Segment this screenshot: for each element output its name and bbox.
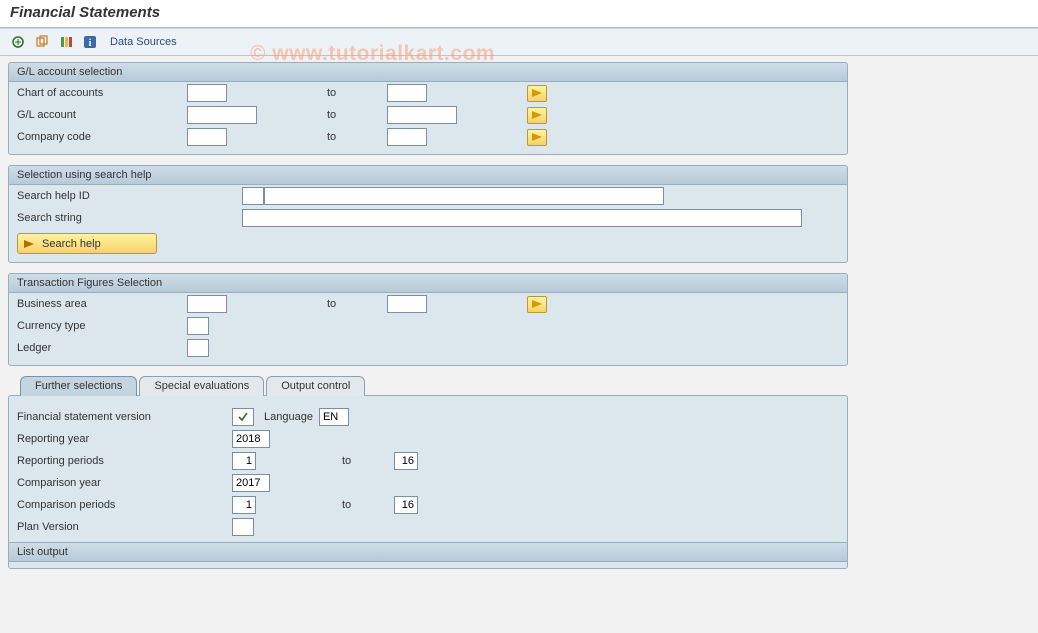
tab-bar: Further selections Special evaluations O… (8, 376, 848, 396)
get-variant-icon[interactable] (32, 32, 52, 52)
multiple-selection-button[interactable] (527, 129, 547, 146)
multiple-selection-button[interactable] (527, 296, 547, 313)
comparison-periods-label: Comparison periods (17, 499, 232, 511)
language-label: Language (264, 411, 313, 423)
tab-output-control[interactable]: Output control (266, 376, 365, 396)
tab-special-evaluations[interactable]: Special evaluations (139, 376, 264, 396)
business-area-to[interactable] (387, 295, 427, 313)
multiple-selection-button[interactable] (527, 107, 547, 124)
reporting-periods-from[interactable] (232, 452, 256, 470)
plan-version-input[interactable] (232, 518, 254, 536)
ledger-input[interactable] (187, 339, 209, 357)
chart-of-accounts-to[interactable] (387, 84, 427, 102)
search-help-id-desc[interactable] (264, 187, 664, 205)
tab-container: Further selections Special evaluations O… (8, 376, 848, 569)
search-help-header: Selection using search help (9, 166, 847, 185)
multiple-selection-button[interactable] (527, 85, 547, 102)
to-label: to (327, 109, 387, 121)
selection-options-icon[interactable] (56, 32, 76, 52)
comparison-periods-from[interactable] (232, 496, 256, 514)
execute-icon[interactable] (8, 32, 28, 52)
transaction-figures-header: Transaction Figures Selection (9, 274, 847, 293)
toolbar: i Data Sources (0, 28, 1038, 56)
language-input[interactable] (319, 408, 349, 426)
reporting-year-label: Reporting year (17, 433, 232, 445)
svg-text:i: i (89, 38, 92, 49)
plan-version-label: Plan Version (17, 521, 232, 533)
fsv-required-indicator[interactable] (232, 408, 254, 426)
business-area-label: Business area (17, 298, 187, 310)
search-string-input[interactable] (242, 209, 802, 227)
search-help-id-code[interactable] (242, 187, 264, 205)
list-output-header: List output (9, 542, 847, 562)
to-label: to (327, 87, 387, 99)
gl-account-to[interactable] (387, 106, 457, 124)
info-icon[interactable]: i (80, 32, 100, 52)
to-label: to (302, 499, 394, 511)
reporting-periods-label: Reporting periods (17, 455, 232, 467)
to-label: to (302, 455, 394, 467)
comparison-year-label: Comparison year (17, 477, 232, 489)
currency-type-input[interactable] (187, 317, 209, 335)
fsv-label: Financial statement version (17, 411, 232, 423)
to-label: to (327, 298, 387, 310)
search-string-label: Search string (17, 212, 242, 224)
page-title: Financial Statements (0, 0, 1038, 28)
comparison-year-input[interactable] (232, 474, 270, 492)
chart-of-accounts-label: Chart of accounts (17, 87, 187, 99)
chart-of-accounts-from[interactable] (187, 84, 227, 102)
ledger-label: Ledger (17, 342, 187, 354)
comparison-periods-to[interactable] (394, 496, 418, 514)
reporting-year-input[interactable] (232, 430, 270, 448)
data-sources-link[interactable]: Data Sources (110, 36, 177, 48)
search-help-panel: Selection using search help Search help … (8, 165, 848, 263)
company-code-from[interactable] (187, 128, 227, 146)
reporting-periods-to[interactable] (394, 452, 418, 470)
company-code-to[interactable] (387, 128, 427, 146)
to-label: to (327, 131, 387, 143)
business-area-from[interactable] (187, 295, 227, 313)
search-help-button[interactable]: Search help (17, 233, 157, 254)
tab-further-selections[interactable]: Further selections (20, 376, 137, 396)
transaction-figures-panel: Transaction Figures Selection Business a… (8, 273, 848, 366)
gl-account-label: G/L account (17, 109, 187, 121)
search-help-id-label: Search help ID (17, 190, 242, 202)
tab-body: Financial statement version Language Rep… (8, 395, 848, 569)
gl-account-from[interactable] (187, 106, 257, 124)
gl-panel-header: G/L account selection (9, 63, 847, 82)
gl-account-panel: G/L account selection Chart of accounts … (8, 62, 848, 155)
search-help-button-label: Search help (42, 238, 101, 250)
company-code-label: Company code (17, 131, 187, 143)
currency-type-label: Currency type (17, 320, 187, 332)
